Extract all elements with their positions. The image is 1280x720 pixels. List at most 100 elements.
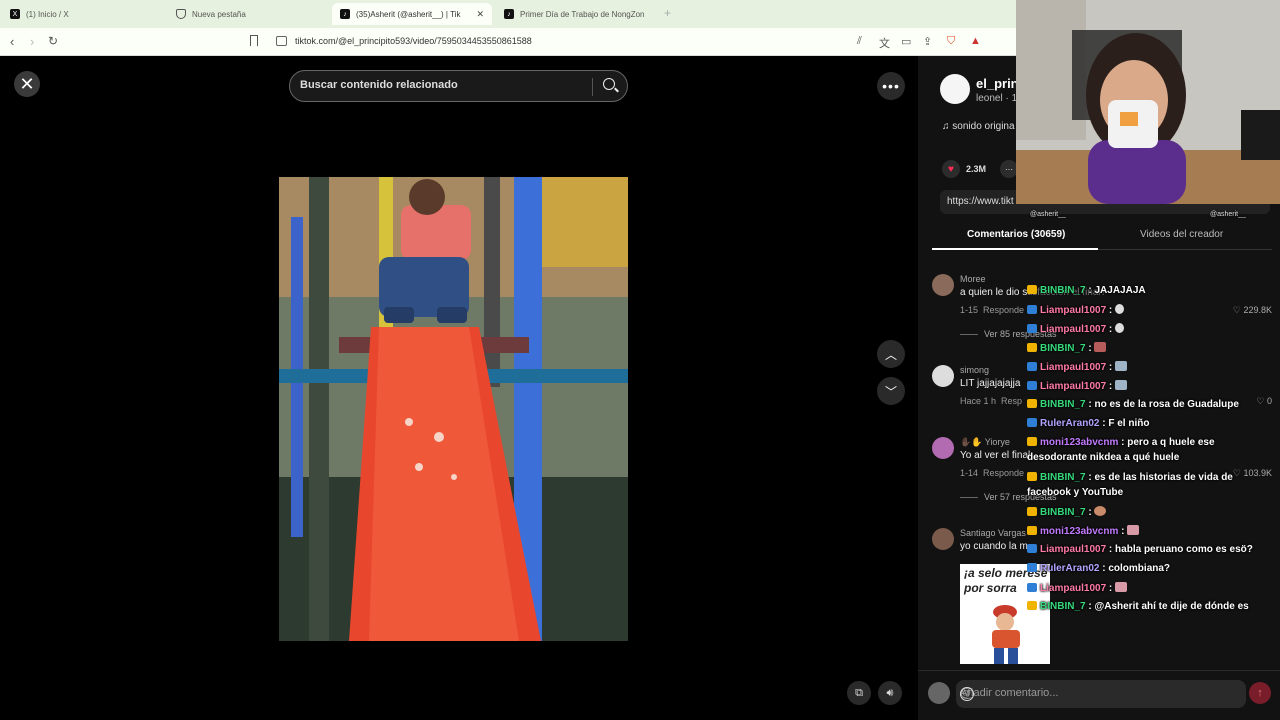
comment-text: Yo al ver el final (960, 450, 1031, 461)
chat-message: BINBIN_7 : (1027, 342, 1107, 354)
emote-icon (1094, 342, 1107, 352)
panel-tabs: Comentarios (30659) Videos del creador (932, 224, 1272, 250)
crown-badge-icon (1027, 472, 1037, 481)
search-input[interactable]: Buscar contenido relacionado (300, 79, 458, 91)
back-icon[interactable]: ‹ (10, 34, 14, 49)
search-icon[interactable] (603, 78, 615, 90)
tab-tiktok-nongzon[interactable]: ♪ Primer Día de Trabajo de NongZon (496, 3, 656, 25)
music-note-icon: ♫ (942, 121, 953, 132)
video-player[interactable] (279, 177, 628, 641)
video-link: https://www.tikt (947, 196, 1014, 207)
comment-user[interactable]: Santiago Vargas (960, 528, 1026, 538)
comment-input[interactable]: Añadir comentario... @ ‿ (956, 680, 1246, 708)
chat-message: RulerAran02 : colombiana? (1027, 563, 1170, 574)
chat-message: BINBIN_7 : es de las historias de vida d… (1027, 472, 1233, 498)
forward-icon[interactable]: › (30, 34, 34, 49)
translate-icon[interactable]: 文 (879, 35, 890, 51)
avatar[interactable] (932, 437, 954, 459)
emote-icon (1115, 582, 1128, 592)
close-tab-icon[interactable]: ✕ (476, 9, 484, 20)
new-tab-button[interactable]: + (664, 6, 671, 20)
streamer-webcam (1016, 0, 1280, 204)
reply-button[interactable]: Resp (1001, 396, 1022, 406)
reload-icon[interactable]: ↻ (48, 34, 58, 48)
tiktok-logo-icon: ♪ (504, 9, 514, 19)
like-count: 2.3M (966, 164, 987, 174)
comment-likes[interactable]: ♡ 229.8K (1233, 305, 1272, 316)
tab-tiktok-asherit[interactable]: ♪ (35)Asherit (@asherit__) | Tik ✕ (332, 3, 492, 25)
emote-icon (1094, 506, 1107, 516)
crown-badge-icon (1027, 343, 1037, 352)
tab-label: Nueva pestaña (192, 9, 246, 19)
reply-button[interactable]: Responde (983, 305, 1024, 315)
comment-user[interactable]: simong (960, 365, 989, 375)
chat-message: Liampaul1007 : (1027, 304, 1125, 316)
search-divider (592, 78, 593, 96)
related-search-box[interactable]: Buscar contenido relacionado (289, 70, 628, 102)
tab-new-tab[interactable]: Nueva pestaña (168, 3, 330, 25)
chat-message: BINBIN_7 : JAJAJAJA (1027, 285, 1146, 296)
comment-sticker-image[interactable]: ¡a selo merese por sorra (960, 564, 1050, 664)
heart-icon: ♥ (942, 160, 960, 178)
emote-icon (1127, 525, 1140, 535)
comment-user[interactable]: ✋🏿✋ Yiorye (960, 437, 1010, 448)
x-badge-icon (1027, 305, 1037, 314)
brave-shields-icon[interactable]: ⛉ (947, 35, 955, 48)
comment-meta: 1-14 Responde (960, 468, 1025, 478)
site-info-icon[interactable] (276, 36, 287, 46)
share-icon[interactable]: ⇪ (923, 35, 932, 48)
previous-video-button[interactable]: ︿ (877, 340, 905, 368)
reply-button[interactable]: Responde (983, 468, 1024, 478)
active-tab-indicator (932, 248, 1098, 250)
tab-label: (35)Asherit (@asherit__) | Tik (356, 9, 461, 19)
screenshot-icon[interactable]: ▭ (901, 35, 911, 48)
next-video-button[interactable]: ﹀ (877, 377, 905, 405)
tab-x-home[interactable]: X (1) Inicio / X (2, 3, 166, 25)
floating-player-icon[interactable]: ⧉ (847, 681, 871, 705)
chat-message: BINBIN_7 : (1027, 506, 1107, 518)
avatar[interactable] (932, 274, 954, 296)
tab-comments[interactable]: Comentarios (30659) (967, 229, 1065, 240)
emote-icon (1115, 323, 1125, 333)
x-badge-icon (1027, 544, 1037, 553)
emoji-icon[interactable]: ‿ (960, 687, 974, 701)
avatar[interactable] (928, 682, 950, 704)
add-comment-bar: Añadir comentario... @ ‿ ↑ (918, 670, 1280, 720)
creator-avatar[interactable] (940, 74, 970, 104)
like-button[interactable]: ♥ 2.3M (942, 160, 986, 178)
comment-user[interactable]: Moree (960, 274, 986, 284)
chat-message: Liampaul1007 : (1027, 323, 1125, 335)
bookmark-icon[interactable] (250, 35, 258, 46)
comment-meta: Hace 1 h Resp (960, 396, 1023, 406)
chat-message: Liampaul1007 : (1027, 582, 1128, 594)
avatar[interactable] (932, 528, 954, 550)
crown-badge-icon (1027, 526, 1037, 535)
more-options-button[interactable]: ••• (877, 72, 905, 100)
chat-message: moni123abvcnm : pero a q huele ese desod… (1027, 437, 1215, 463)
crown-badge-icon (1027, 601, 1037, 610)
chat-message: Liampaul1007 : (1027, 380, 1128, 392)
tab-creator-videos[interactable]: Videos del creador (1140, 229, 1223, 240)
avatar[interactable] (932, 365, 954, 387)
tab-label: Primer Día de Trabajo de NongZon (520, 9, 645, 19)
chat-message: BINBIN_7 : @Asherit ahí te dije de dónde… (1027, 601, 1249, 612)
brave-rewards-icon[interactable]: ▲ (970, 35, 981, 47)
chat-message: BINBIN_7 : no es de la rosa de Guadalupe (1027, 399, 1239, 410)
comment-likes[interactable]: ♡ 0 (1256, 396, 1272, 407)
x-badge-icon (1027, 324, 1037, 333)
x-badge-icon (1027, 381, 1037, 390)
send-button[interactable]: ↑ (1249, 682, 1271, 704)
volume-icon[interactable]: 🔊︎ (878, 681, 902, 705)
x-badge-icon (1027, 563, 1037, 572)
url-field[interactable]: tiktok.com/@el_principito593/video/75950… (295, 36, 532, 46)
chat-message: moni123abvcnm : (1027, 525, 1140, 537)
comment-text: yo cuando la m (960, 541, 1028, 552)
x-badge-icon (1027, 583, 1037, 592)
close-video-button[interactable]: ✕ (14, 71, 40, 97)
music-title: sonido origina (952, 121, 1015, 132)
creator-subtitle: leonel · 1- (976, 93, 1021, 104)
sticker-figure (992, 605, 1020, 664)
reader-icon[interactable]: ⫽ (857, 35, 862, 48)
crown-badge-icon (1027, 399, 1037, 408)
music-label[interactable]: ♫ sonido origina (942, 121, 1015, 132)
